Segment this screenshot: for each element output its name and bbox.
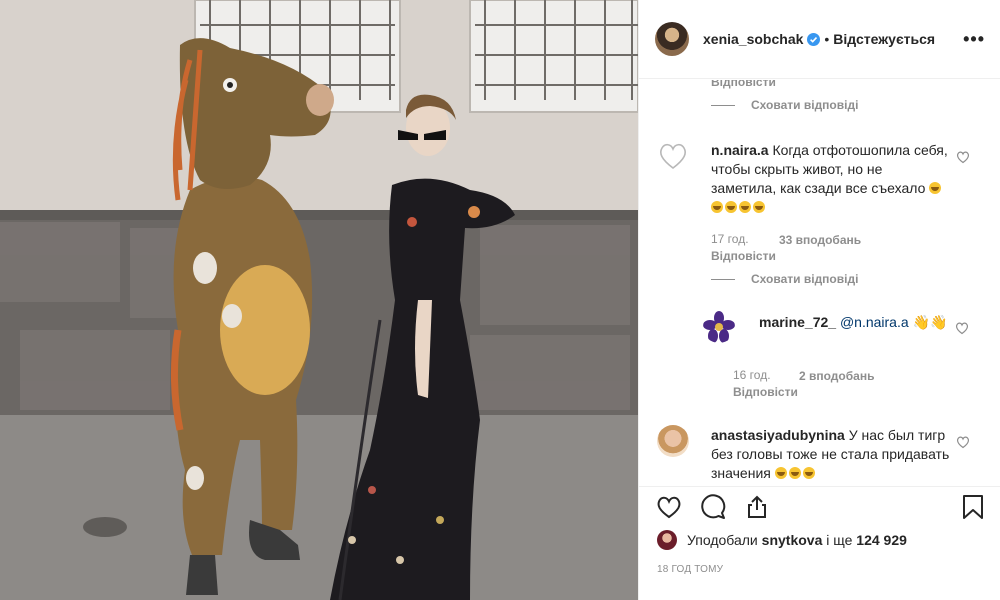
liker-avatar[interactable] xyxy=(657,530,677,550)
heart-avatar-icon[interactable] xyxy=(657,140,689,172)
comment-icon[interactable] xyxy=(699,493,727,521)
comment-item: n.naira.a Когда отфотошопила себя, чтобы… xyxy=(657,140,997,270)
liked-by-middle: і ще xyxy=(826,532,853,548)
comment-like-heart-icon[interactable] xyxy=(956,150,970,164)
reply-link[interactable]: Відповісти xyxy=(733,385,798,399)
liked-by-count[interactable]: 124 929 xyxy=(856,532,907,548)
hide-replies-line xyxy=(711,278,735,280)
post-photo[interactable] xyxy=(0,0,638,600)
post-timestamp[interactable]: 18 ГОД ТОМУ xyxy=(657,564,723,575)
reply-text-block: marine_72_ @n.naira.a 👋👋 xyxy=(759,313,959,332)
comments-list[interactable]: Відповісти Сховати відповіді n.naira.a К… xyxy=(639,80,1000,486)
comment-likes[interactable]: 2 вподобань xyxy=(799,369,874,383)
heart-icon[interactable] xyxy=(655,493,683,521)
share-icon[interactable] xyxy=(743,493,771,521)
comment-username[interactable]: anastasiyadubynina xyxy=(711,427,845,443)
hide-replies-line xyxy=(711,104,735,106)
reply-link[interactable]: Відповісти xyxy=(711,249,776,263)
reply-comment-item: marine_72_ @n.naira.a 👋👋 16 год. 2 вподо… xyxy=(703,311,997,401)
laughing-emoji-icons xyxy=(774,465,817,481)
hide-replies-label: Сховати відповіді xyxy=(751,272,859,286)
post-actions: Уподобали snytkova і ще 124 929 18 ГОД Т… xyxy=(639,486,1000,600)
liked-by-row: Уподобали snytkova і ще 124 929 xyxy=(657,530,907,550)
comment-likes[interactable]: 33 вподобань xyxy=(779,233,861,247)
header-separator: • xyxy=(824,31,830,47)
liked-by-user[interactable]: snytkova xyxy=(762,532,823,548)
comment-username[interactable]: n.naira.a xyxy=(711,142,769,158)
hide-replies-button[interactable]: Сховати відповіді xyxy=(711,98,858,112)
flower-avatar-icon[interactable] xyxy=(703,311,735,343)
post-side-panel: xenia_sobchak • Відстежується ••• Відпов… xyxy=(638,0,1000,600)
author-username[interactable]: xenia_sobchak xyxy=(703,31,803,47)
post-header: xenia_sobchak • Відстежується ••• xyxy=(639,0,1000,79)
comment-time[interactable]: 17 год. xyxy=(711,232,749,246)
bookmark-icon[interactable] xyxy=(959,493,987,521)
following-button[interactable]: Відстежується xyxy=(833,31,935,47)
commenter-avatar[interactable] xyxy=(657,425,689,457)
comment-time[interactable]: 16 год. xyxy=(733,368,771,382)
comment-like-heart-icon[interactable] xyxy=(956,435,970,449)
mention-link[interactable]: @n.naira.a xyxy=(840,314,909,330)
hide-replies-label: Сховати відповіді xyxy=(751,98,859,112)
reply-link[interactable]: Відповісти xyxy=(711,80,776,89)
verified-badge-icon xyxy=(807,32,821,46)
comment-text-block: anastasiyadubynina У нас был тигр без го… xyxy=(711,426,951,483)
liked-by-prefix: Уподобали xyxy=(687,532,758,548)
hide-replies-button[interactable]: Сховати відповіді xyxy=(711,272,858,286)
post-photo-illustration xyxy=(0,0,638,600)
comment-text: 👋👋 xyxy=(912,314,948,330)
comment-username[interactable]: marine_72_ xyxy=(759,314,836,330)
comment-text-block: n.naira.a Когда отфотошопила себя, чтобы… xyxy=(711,141,951,217)
author-avatar[interactable] xyxy=(655,22,689,56)
more-options-icon[interactable]: ••• xyxy=(963,29,985,50)
comment-item: anastasiyadubynina У нас был тигр без го… xyxy=(657,425,997,486)
comment-like-heart-icon[interactable] xyxy=(955,321,969,335)
